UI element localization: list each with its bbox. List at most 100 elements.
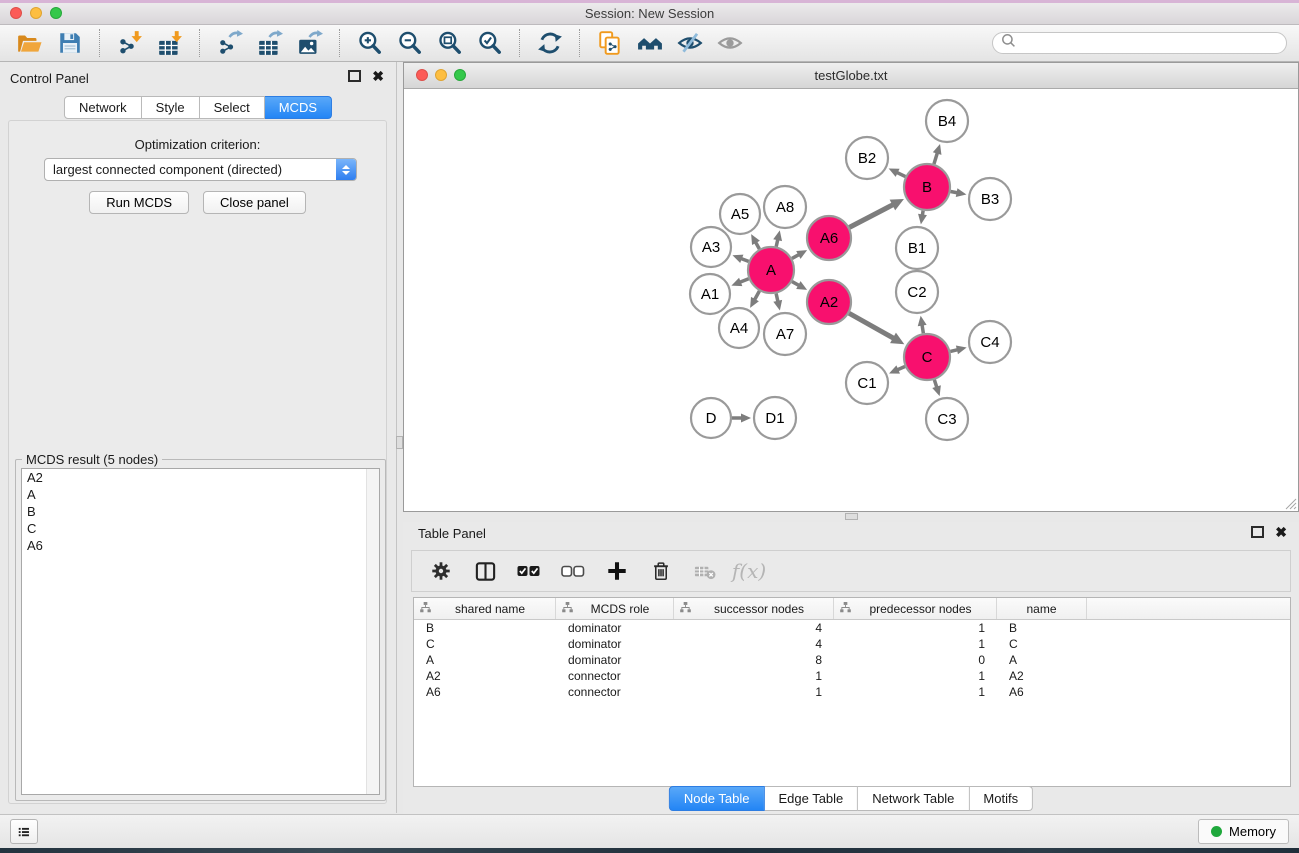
- tab-edge-table[interactable]: Edge Table: [764, 786, 858, 811]
- select-all-icon[interactable]: [512, 556, 546, 586]
- memory-button[interactable]: Memory: [1198, 819, 1289, 844]
- table-cell[interactable]: A2: [414, 669, 556, 683]
- search-input[interactable]: [1021, 35, 1278, 51]
- search-box[interactable]: [992, 32, 1287, 54]
- dropdown-stepper-icon: [336, 159, 356, 180]
- table-row[interactable]: Bdominator41B: [414, 620, 1290, 636]
- table-cell[interactable]: C: [997, 637, 1087, 651]
- table-settings-icon[interactable]: [424, 556, 458, 586]
- table-cell[interactable]: 1: [674, 669, 834, 683]
- network-window-controls: [416, 69, 466, 81]
- resize-grip-icon[interactable]: [1284, 497, 1297, 510]
- tab-network-table[interactable]: Network Table: [858, 786, 969, 811]
- table-cell[interactable]: A6: [414, 685, 556, 699]
- float-table-panel-icon[interactable]: [1251, 526, 1264, 538]
- zoom-selected-icon[interactable]: [474, 27, 506, 59]
- table-row[interactable]: A2connector11A2: [414, 668, 1290, 684]
- table-cell[interactable]: B: [997, 621, 1087, 635]
- delete-column-icon[interactable]: [644, 556, 678, 586]
- zoom-in-icon[interactable]: [354, 27, 386, 59]
- window-controls: [10, 7, 62, 19]
- column-header-predecessor-nodes[interactable]: predecessor nodes: [834, 598, 997, 619]
- edge-A6-B[interactable]: [849, 204, 894, 227]
- create-column-icon[interactable]: [600, 556, 634, 586]
- export-network-icon[interactable]: [214, 27, 246, 59]
- table-cell[interactable]: A6: [997, 685, 1087, 699]
- import-network-icon[interactable]: [114, 27, 146, 59]
- close-panel-button[interactable]: Close panel: [203, 191, 306, 214]
- mcds-result-item[interactable]: C: [22, 520, 379, 537]
- show-column-panel-icon[interactable]: [468, 556, 502, 586]
- result-scrollbar[interactable]: [366, 469, 379, 794]
- table-cell[interactable]: B: [414, 621, 556, 635]
- column-header-shared-name[interactable]: shared name: [414, 598, 556, 619]
- refresh-icon[interactable]: [534, 27, 566, 59]
- table-cell[interactable]: 1: [834, 685, 997, 699]
- vertical-split-handle[interactable]: [396, 436, 403, 449]
- table-cell[interactable]: dominator: [556, 637, 674, 651]
- save-session-icon[interactable]: [54, 27, 86, 59]
- run-mcds-button[interactable]: Run MCDS: [89, 191, 189, 214]
- table-cell[interactable]: 1: [674, 685, 834, 699]
- network-close-button[interactable]: [416, 69, 428, 81]
- optimization-criterion-select[interactable]: largest connected component (directed): [44, 158, 357, 181]
- network-minimize-button[interactable]: [435, 69, 447, 81]
- table-cell[interactable]: 8: [674, 653, 834, 667]
- table-cell[interactable]: A: [414, 653, 556, 667]
- table-cell[interactable]: 1: [834, 669, 997, 683]
- column-header-MCDS-role[interactable]: MCDS role: [556, 598, 674, 619]
- import-table-icon[interactable]: [154, 27, 186, 59]
- table-cell[interactable]: C: [414, 637, 556, 651]
- float-panel-icon[interactable]: [348, 70, 361, 82]
- mcds-result-item[interactable]: A: [22, 486, 379, 503]
- tab-mcds[interactable]: MCDS: [265, 96, 332, 119]
- table-cell[interactable]: dominator: [556, 621, 674, 635]
- close-table-panel-icon[interactable]: ✖: [1275, 525, 1287, 539]
- hide-birdseye-icon[interactable]: [674, 27, 706, 59]
- table-cell[interactable]: dominator: [556, 653, 674, 667]
- table-cell[interactable]: 1: [834, 637, 997, 651]
- first-neighbors-icon[interactable]: [634, 27, 666, 59]
- minimize-window-button[interactable]: [30, 7, 42, 19]
- tab-select[interactable]: Select: [200, 96, 265, 119]
- table-cell[interactable]: 1: [834, 621, 997, 635]
- horizontal-split-handle[interactable]: [845, 513, 858, 520]
- column-header-successor-nodes[interactable]: successor nodes: [674, 598, 834, 619]
- network-canvas[interactable]: B4B2BB3A5A8A6A3AB1A1C2A4A7A2C4CC1C3DD1: [404, 89, 1298, 512]
- maximize-window-button[interactable]: [50, 7, 62, 19]
- column-header-name[interactable]: name: [997, 598, 1087, 619]
- table-row[interactable]: A6connector11A6: [414, 684, 1290, 700]
- mcds-result-item[interactable]: B: [22, 503, 379, 520]
- zoom-out-icon[interactable]: [394, 27, 426, 59]
- table-cell[interactable]: A: [997, 653, 1087, 667]
- table-cell[interactable]: 4: [674, 637, 834, 651]
- table-cell[interactable]: 4: [674, 621, 834, 635]
- tab-style[interactable]: Style: [142, 96, 200, 119]
- network-window-titlebar[interactable]: testGlobe.txt: [404, 63, 1298, 89]
- column-type-icon: [420, 602, 431, 616]
- table-row[interactable]: Adominator80A: [414, 652, 1290, 668]
- tab-node-table[interactable]: Node Table: [669, 786, 765, 811]
- mcds-result-item[interactable]: A2: [22, 469, 379, 486]
- table-row[interactable]: Cdominator41C: [414, 636, 1290, 652]
- tab-motifs[interactable]: Motifs: [969, 786, 1033, 811]
- toolbar-separator: [579, 29, 581, 57]
- clone-network-icon[interactable]: [594, 27, 626, 59]
- close-window-button[interactable]: [10, 7, 22, 19]
- table-cell[interactable]: connector: [556, 669, 674, 683]
- tab-network[interactable]: Network: [64, 96, 142, 119]
- export-image-icon[interactable]: [294, 27, 326, 59]
- export-table-icon[interactable]: [254, 27, 286, 59]
- table-cell[interactable]: A2: [997, 669, 1087, 683]
- deselect-all-icon[interactable]: [556, 556, 590, 586]
- open-session-icon[interactable]: [14, 27, 46, 59]
- edge-A2-C[interactable]: [849, 313, 895, 339]
- close-panel-icon[interactable]: ✖: [372, 69, 384, 83]
- table-cell[interactable]: connector: [556, 685, 674, 699]
- network-maximize-button[interactable]: [454, 69, 466, 81]
- table-cell[interactable]: 0: [834, 653, 997, 667]
- show-panels-menu-button[interactable]: [10, 819, 38, 844]
- control-panel-buttons: ✖: [348, 69, 384, 83]
- zoom-fit-icon[interactable]: [434, 27, 466, 59]
- mcds-result-item[interactable]: A6: [22, 537, 379, 554]
